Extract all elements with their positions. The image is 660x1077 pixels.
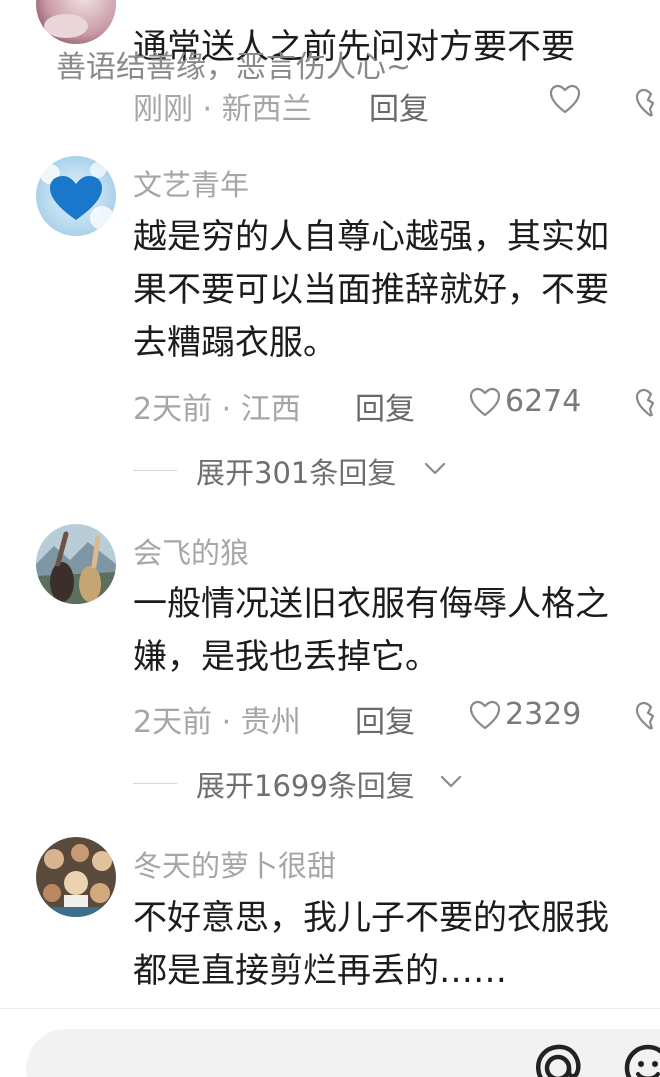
emoji-icon [624, 1044, 660, 1077]
comment-line: 去糟蹋衣服。 [133, 323, 337, 363]
divider [133, 470, 177, 471]
expand-replies-label: 展开301条回复 [196, 456, 397, 490]
reply-button[interactable]: 回复 [369, 84, 429, 128]
dislike-button[interactable] [635, 388, 660, 426]
comment-text: 一般情况送旧衣服有侮辱人格之 嫌，是我也丢掉它。 [133, 578, 660, 684]
at-icon [536, 1044, 581, 1077]
emoji-button[interactable] [622, 1042, 660, 1077]
comment-time-location: 2天前 · 江西 [133, 392, 301, 427]
user-avatar[interactable] [36, 0, 116, 44]
comment-text: 不好意思，我儿子不要的衣服我 都是直接剪烂再丢的…… [133, 892, 660, 998]
username[interactable]: 会飞的狼 [133, 530, 249, 572]
like-button[interactable]: 2329 [469, 697, 581, 732]
like-count: 6274 [505, 384, 582, 419]
comment-input-placeholder: 善语结善缘，恶言伤人心~ [56, 50, 412, 85]
heart-outline-icon [469, 387, 501, 416]
comment-line: 越是穷的人自尊心越强，其实如 [133, 217, 609, 257]
broken-heart-icon [635, 88, 655, 117]
like-count: 2329 [505, 697, 582, 732]
comment-line: 嫌，是我也丢掉它。 [133, 637, 439, 677]
dislike-button[interactable] [635, 701, 660, 739]
comment-line: 一般情况送旧衣服有侮辱人格之 [133, 584, 609, 624]
like-button[interactable]: 6274 [469, 384, 581, 419]
user-avatar[interactable] [36, 524, 116, 604]
comment-time-location: 刚刚 · 新西兰 [133, 92, 312, 127]
divider [133, 783, 177, 784]
comment-line: 果不要可以当面推辞就好，不要 [133, 270, 609, 310]
chevron-down-icon [440, 775, 462, 788]
heart-outline-icon [549, 84, 581, 114]
user-avatar[interactable] [36, 837, 116, 917]
reply-button[interactable]: 回复 [355, 697, 415, 741]
user-avatar[interactable] [36, 156, 116, 236]
comment-list-screen: 通常送人之前先问对方要不要 刚刚 · 新西兰 回复 文艺青年 越是穷的人自尊心越… [0, 0, 660, 1077]
comment-line: 不好意思，我儿子不要的衣服我 [133, 898, 609, 938]
broken-heart-icon [635, 701, 655, 730]
like-button[interactable] [549, 84, 581, 114]
expand-replies-label: 展开1699条回复 [196, 769, 415, 803]
chevron-down-icon [424, 462, 446, 475]
dislike-button[interactable] [635, 88, 660, 126]
mention-button[interactable] [532, 1042, 584, 1077]
username[interactable]: 冬天的萝卜很甜 [133, 843, 336, 885]
comment-line: 都是直接剪烂再丢的…… [133, 951, 507, 991]
broken-heart-icon [635, 388, 655, 417]
username[interactable]: 文艺青年 [133, 162, 249, 204]
comment-text: 越是穷的人自尊心越强，其实如 果不要可以当面推辞就好，不要 去糟蹋衣服。 [133, 211, 660, 370]
comment-time-location: 2天前 · 贵州 [133, 705, 301, 740]
reply-button[interactable]: 回复 [355, 384, 415, 428]
heart-outline-icon [469, 700, 501, 729]
